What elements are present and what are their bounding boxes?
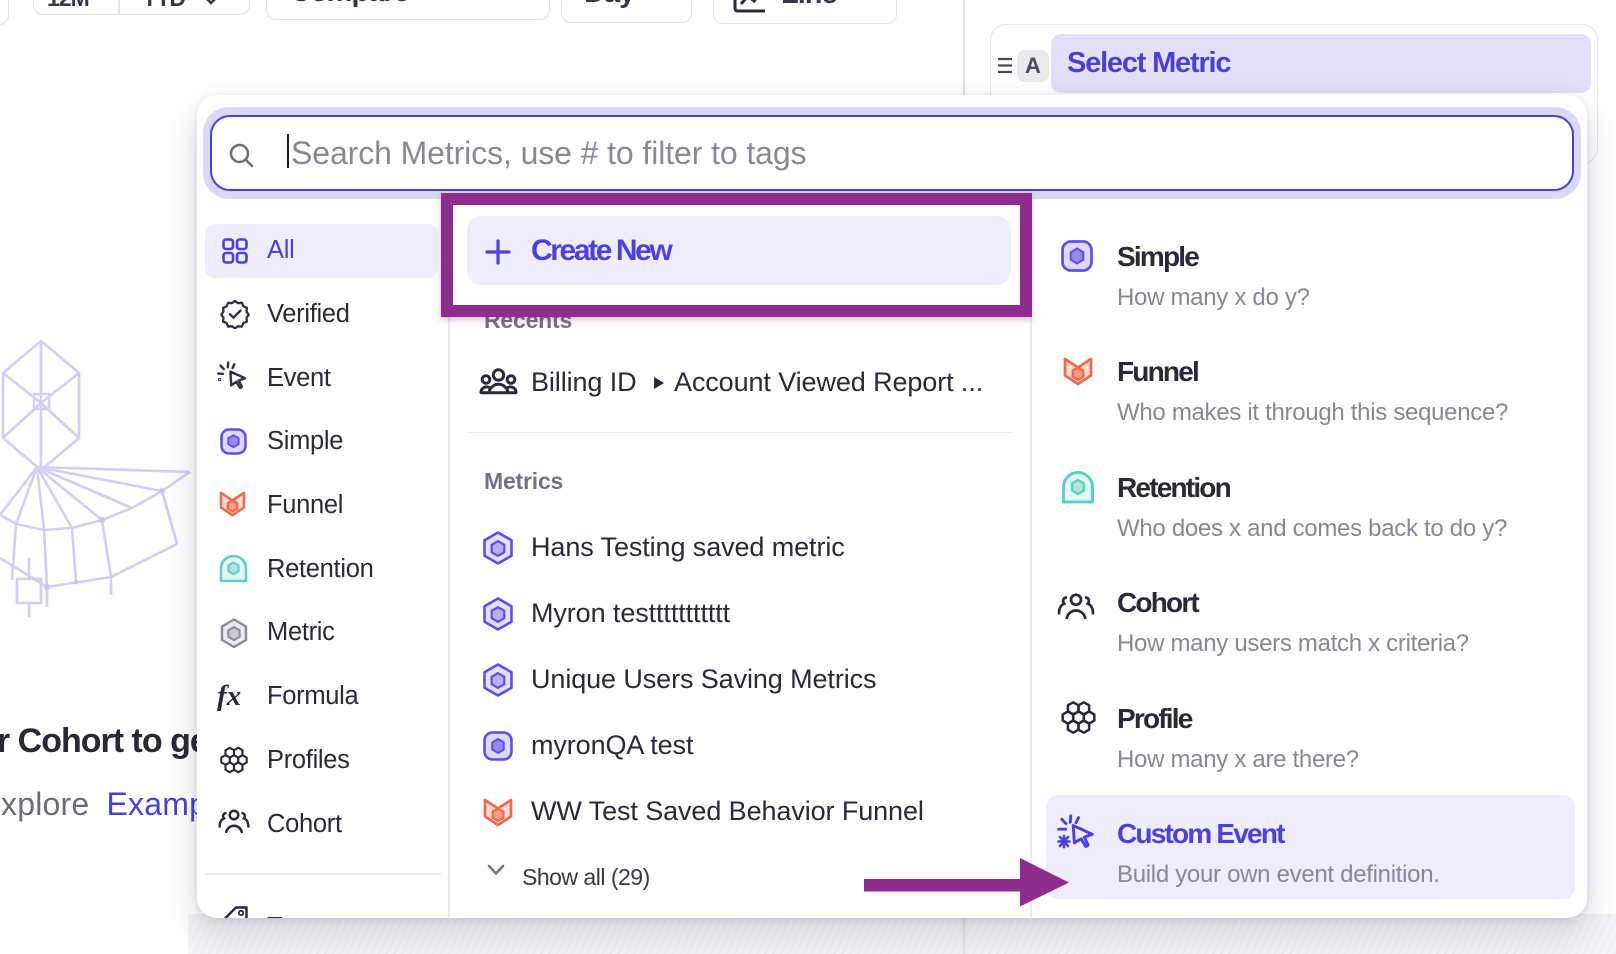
svg-text:fx: fx — [217, 681, 241, 711]
